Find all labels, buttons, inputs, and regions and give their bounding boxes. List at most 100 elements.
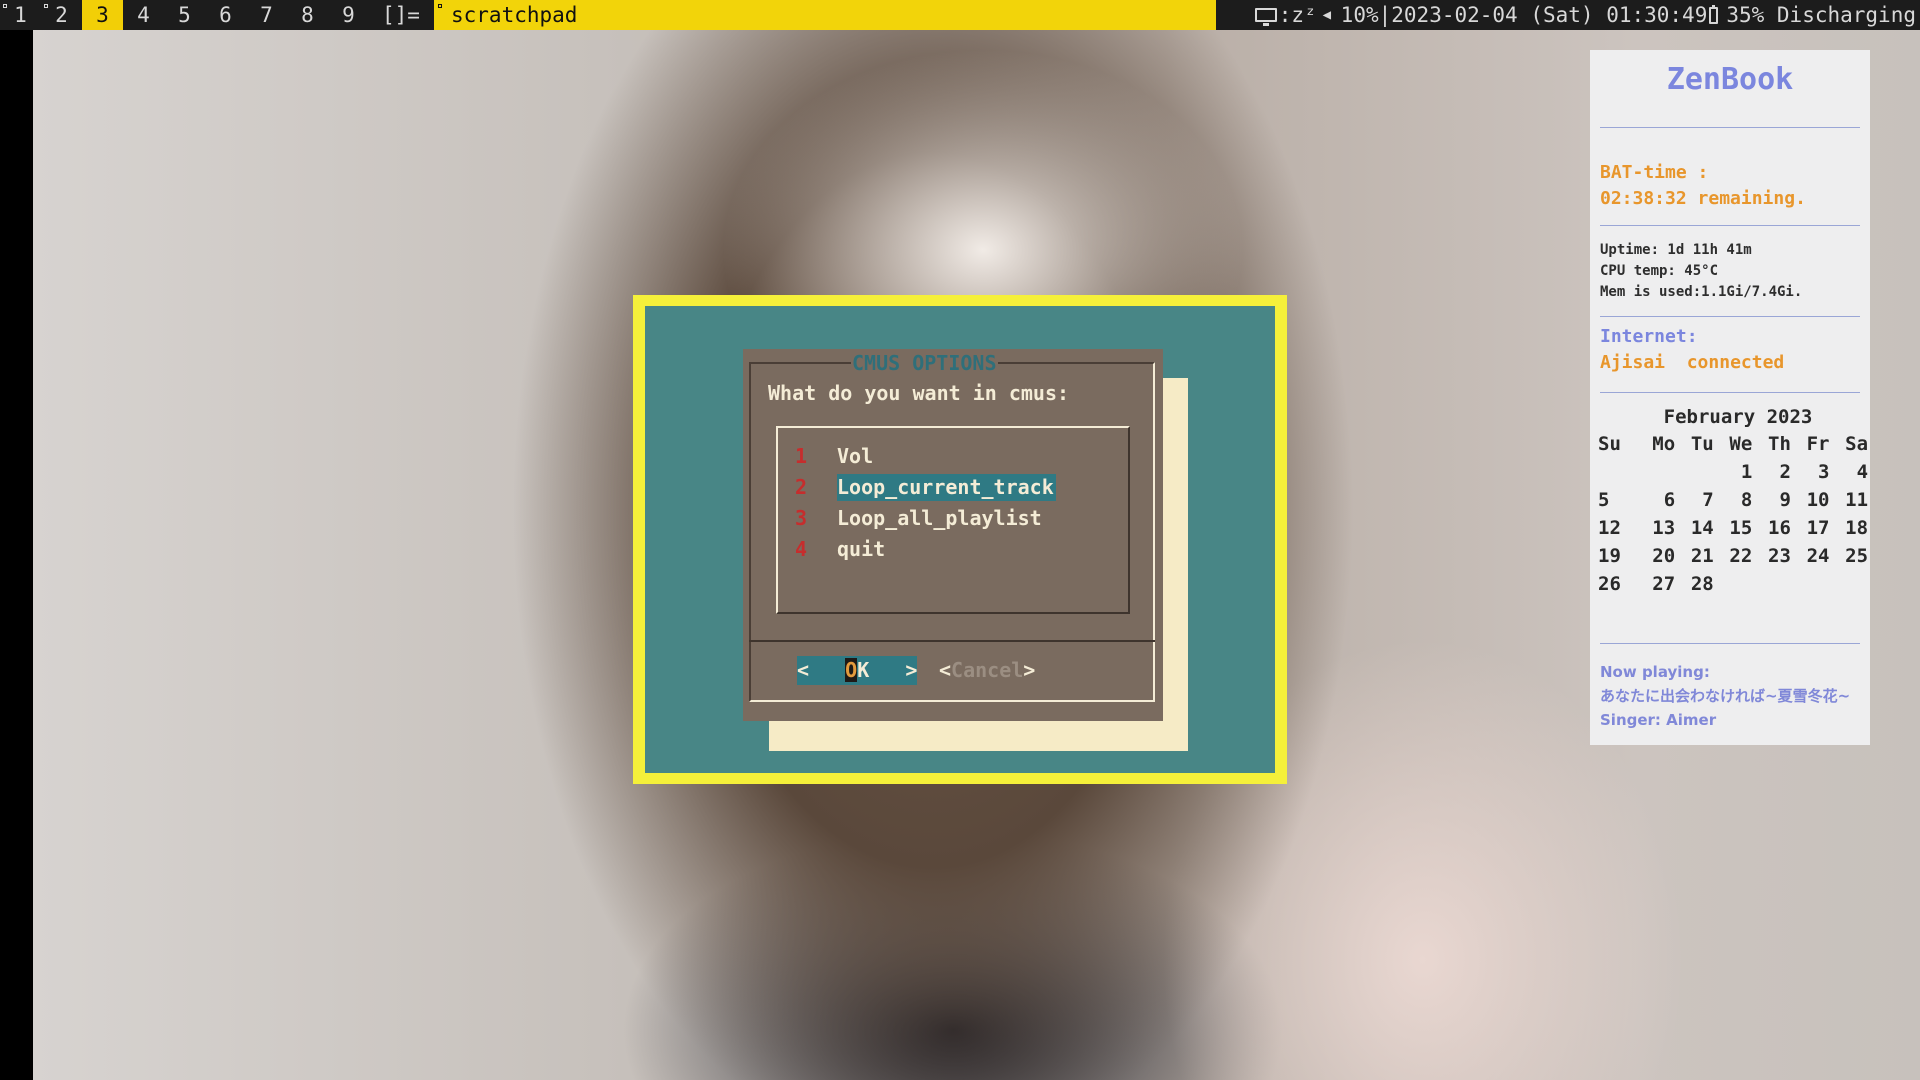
window-title-bar[interactable]: scratchpad [434,0,1216,30]
floating-indicator-icon [438,4,442,8]
tag-label: 9 [342,3,355,27]
tag-8[interactable]: 8 [287,0,328,30]
calendar-day: 28 [1690,573,1714,595]
calendar-day: 23 [1768,545,1791,567]
conky-panel: ZenBook BAT-time : 02:38:32 remaining. U… [1590,50,1870,745]
button-separator [749,640,1155,642]
calendar-weekday: Fr [1806,433,1830,455]
calendar-day: 1 [1740,461,1753,483]
ok-button[interactable]: < OK > [797,656,918,685]
tag-label: 5 [178,3,191,27]
calendar-day: 10 [1806,489,1830,511]
battery-status: 35% Discharging [1726,3,1916,27]
tag-1[interactable]: 1 [0,0,41,30]
menu-item-quit[interactable]: 4 quit [795,536,887,563]
calendar-day: 24 [1806,545,1830,567]
hostname: ZenBook [1666,62,1794,97]
calendar-day: 8 [1740,489,1753,511]
calendar-day: 22 [1729,545,1753,567]
calendar-day: 6 [1663,489,1676,511]
calendar-month: February 2023 [1663,406,1813,428]
divider [1600,316,1860,317]
menu-item-loop_current_track[interactable]: 2 Loop_current_track [795,474,1056,501]
monitor-icon [1254,8,1277,26]
dialog-background: CMUS OPTIONS What do you want in cmus: 1… [645,306,1275,773]
tag-4[interactable]: 4 [123,0,164,30]
menu-item-label: Loop_current_track [837,474,1056,501]
calendar-weekday: Tu [1690,433,1714,455]
cancel-label: Cancel [951,658,1024,682]
calendar-weekday: Mo [1652,433,1676,455]
track-title: あなたに出会わなければ~夏雪冬花~ [1600,687,1851,705]
ok-hotkey: O [845,658,858,682]
cpu-temp: CPU temp: 45°C [1600,263,1719,279]
calendar-week-row: 19 20 21 22 23 24 25 [1598,542,1868,570]
calendar-day: 18 [1845,517,1869,539]
tag-7[interactable]: 7 [246,0,287,30]
menu-item-vol[interactable]: 1 Vol [795,443,875,470]
internet-label: Internet: [1600,326,1698,347]
calendar-day: 9 [1779,489,1791,511]
tag-2[interactable]: 2 [41,0,82,30]
menu-item-number: 1 [795,444,808,468]
tag-3[interactable]: 3 [82,0,123,30]
battery-time-label: BAT-time : [1600,162,1709,183]
calendar-day: 20 [1652,545,1676,567]
network-status: Ajisai connected [1600,350,1784,376]
speaker-icon: ◀ [1322,7,1332,23]
singer: Singer: Aimer [1600,711,1717,729]
network-connection-status: connected [1686,352,1785,373]
tag-label: 3 [96,3,109,27]
tag-label: 6 [219,3,232,27]
calendar-weekday: Sa [1845,433,1869,455]
calendar-day: 11 [1845,489,1869,511]
divider [1600,392,1860,393]
calendar-day [1791,570,1830,598]
calendar-week-row: 5 6 7 8 9 10 11 [1598,486,1868,514]
calendar-day [1752,570,1791,598]
calendar-day: 17 [1806,517,1830,539]
menu-item-number: 4 [795,537,808,561]
calendar-week-row: 1 2 3 4 [1598,458,1868,486]
menu-item-label: Vol [837,444,874,468]
calendar-week-row: 26 27 28 [1598,570,1868,598]
tag-label: 8 [301,3,314,27]
layout-indicator[interactable]: []= [382,0,420,30]
ok-label-rest: K [857,658,870,682]
tag-5[interactable]: 5 [164,0,205,30]
calendar-week-row: 12 13 14 15 16 17 18 [1598,514,1868,542]
battery-icon [1709,4,1719,24]
calendar-day: 2 [1779,461,1791,483]
scratchpad-window[interactable]: CMUS OPTIONS What do you want in cmus: 1… [633,295,1287,784]
divider [1600,225,1860,226]
calendar-day: 13 [1652,517,1676,539]
calendar-day: 3 [1818,461,1830,483]
system-status: :zᶻ ◀ 10% | 2023-02-04 (Sat) 01:30:49 35… [1254,0,1916,30]
calendar-day [1675,458,1714,486]
tag-label: 1 [14,3,27,27]
menu-item-number: 3 [795,506,808,530]
status-separator: | [1378,3,1392,27]
occupied-indicator-icon [44,4,48,8]
calendar-weekday: Su [1598,433,1621,455]
memory-usage: Mem is used:1.1Gi/7.4Gi. [1600,284,1803,300]
menu-item-loop_all_playlist[interactable]: 3 Loop_all_playlist [795,505,1044,532]
divider [1600,643,1860,644]
tag-9[interactable]: 9 [328,0,369,30]
volume-level[interactable]: 10% [1341,0,1379,30]
cmus-options-dialog: CMUS OPTIONS What do you want in cmus: 1… [743,349,1163,721]
calendar-day: 14 [1690,517,1714,539]
calendar-day: 27 [1652,573,1676,595]
cancel-left-bracket: < [939,658,952,682]
tag-6[interactable]: 6 [205,0,246,30]
menu-item-number: 2 [795,475,808,499]
calendar-day [1714,570,1753,598]
dialog-prompt: What do you want in cmus: [768,381,1070,405]
calendar-day: 19 [1598,545,1621,567]
calendar-day: 16 [1768,517,1791,539]
calendar-weekday-row: Su Mo Tu We Th Fr Sa [1598,430,1868,458]
display-status: :zᶻ [1278,3,1317,27]
cancel-button[interactable]: <Cancel> [939,656,1035,685]
calendar-day: 21 [1690,545,1714,567]
divider [1600,127,1860,128]
